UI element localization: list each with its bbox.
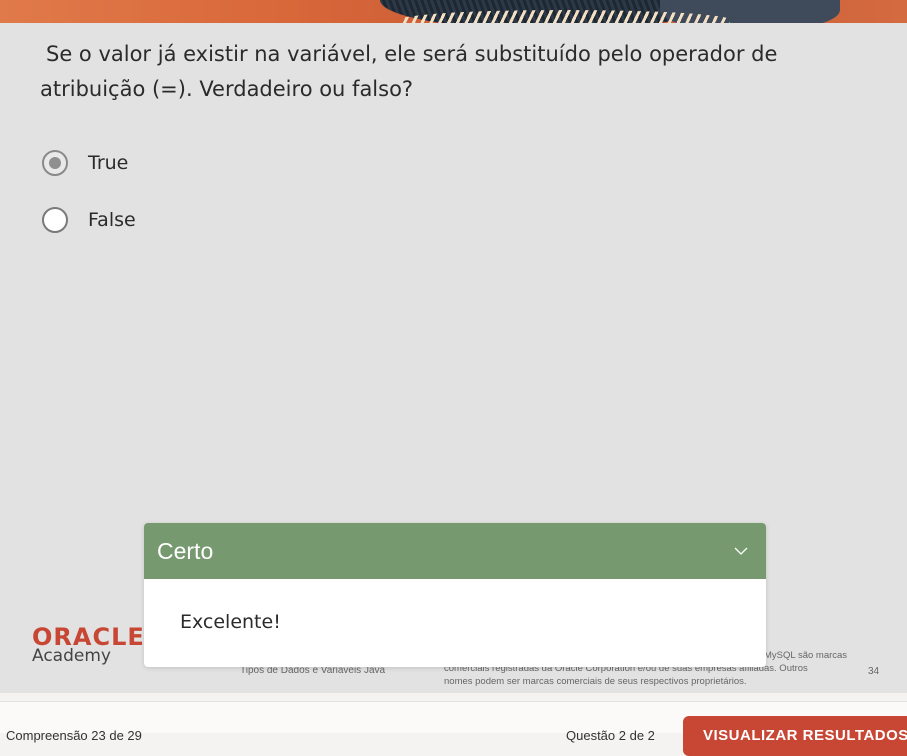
radio-false[interactable] (42, 207, 68, 233)
question-text: Se o valor já existir na variável, ele s… (40, 42, 778, 101)
page-number: 34 (868, 666, 880, 677)
option-true[interactable]: True (42, 150, 128, 176)
option-false[interactable]: False (42, 207, 136, 233)
chevron-down-icon[interactable] (734, 544, 748, 558)
question-nav-text: Questão 2 de 2 (566, 728, 655, 743)
oracle-academy-text: Academy (32, 646, 111, 666)
slide-banner-image (0, 0, 907, 23)
feedback-panel: Certo Excelente! (144, 523, 766, 667)
radio-true[interactable] (42, 150, 68, 176)
progress-text: Compreensão 23 de 29 (6, 728, 142, 743)
feedback-title: Certo (157, 537, 214, 564)
feedback-header[interactable]: Certo (144, 523, 766, 579)
view-results-button[interactable]: VISUALIZAR RESULTADOS (683, 716, 907, 756)
option-true-label: True (88, 152, 129, 174)
option-false-label: False (88, 209, 136, 231)
feedback-message: Excelente! (180, 611, 281, 633)
bottom-bar: Compreensão 23 de 29 Questão 2 de 2 VISU… (0, 701, 907, 756)
copyright-line-3: nomes podem ser marcas comerciais de seu… (444, 676, 747, 687)
